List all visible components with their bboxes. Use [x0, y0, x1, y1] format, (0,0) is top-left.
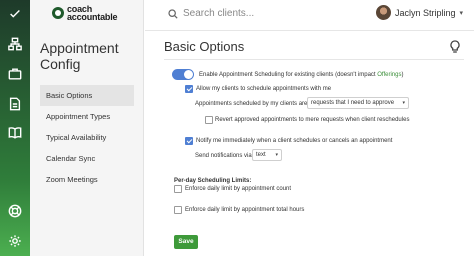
per-day-limits-heading: Per-day Scheduling Limits: — [174, 178, 252, 184]
user-name: Jaclyn Stripling — [395, 7, 456, 18]
nav-item-basic-options[interactable]: Basic Options — [40, 85, 134, 106]
limit-hours-checkbox[interactable] — [174, 206, 182, 214]
nav-item-calendar-sync[interactable]: Calendar Sync — [40, 148, 134, 169]
limit-count-label: Enforce daily limit by appointment count — [185, 186, 292, 192]
notify-label: Notify me immediately when a client sche… — [196, 138, 393, 144]
chevron-down-icon: ▾ — [275, 152, 278, 158]
offerings-link[interactable]: Offerings — [377, 72, 401, 78]
revert-approved-label: Revert approved appointments to mere req… — [215, 117, 410, 123]
check-icon[interactable] — [7, 6, 23, 22]
app-nav-rail — [0, 0, 30, 256]
brand-logo[interactable]: coach accountable — [52, 5, 118, 22]
nav-item-zoom-meetings[interactable]: Zoom Meetings — [40, 169, 134, 190]
nav-item-appointment-types[interactable]: Appointment Types — [40, 106, 134, 127]
user-menu[interactable]: Jaclyn Stripling ▾ — [376, 5, 463, 20]
enable-scheduling-label: Enable Appointment Scheduling for existi… — [199, 72, 404, 78]
config-nav: Basic Options Appointment Types Typical … — [40, 85, 134, 190]
book-icon[interactable] — [7, 125, 23, 141]
lightbulb-icon[interactable] — [449, 40, 461, 54]
nav-item-typical-availability[interactable]: Typical Availability — [40, 127, 134, 148]
page-title: Basic Options — [164, 39, 245, 54]
title-divider — [164, 59, 464, 60]
limit-hours-label: Enforce daily limit by appointment total… — [185, 207, 305, 213]
client-search[interactable]: Search clients... — [168, 8, 254, 19]
approval-mode-select[interactable]: requests that I need to approve ▾ — [307, 97, 409, 109]
enable-scheduling-toggle[interactable] — [172, 69, 194, 80]
notification-channel-select[interactable]: text ▾ — [252, 149, 282, 161]
header-divider — [145, 30, 474, 31]
revert-approved-checkbox[interactable] — [205, 116, 213, 124]
briefcase-icon[interactable] — [7, 66, 23, 82]
brand-mark-icon — [52, 7, 64, 19]
chevron-down-icon: ▾ — [459, 9, 464, 17]
config-sidebar: Appointment Config Basic Options Appoint… — [30, 0, 144, 256]
scheduled-by-label: Appointments scheduled by my clients are — [195, 101, 308, 107]
config-title: Appointment Config — [40, 40, 119, 72]
save-button[interactable]: Save — [174, 235, 198, 249]
allow-scheduling-label: Allow my clients to schedule appointment… — [196, 86, 332, 92]
document-icon[interactable] — [7, 96, 23, 112]
notify-checkbox[interactable] — [185, 137, 193, 145]
search-placeholder: Search clients... — [183, 8, 255, 19]
org-chart-icon[interactable] — [7, 36, 23, 52]
gear-icon[interactable] — [7, 233, 23, 249]
allow-scheduling-checkbox[interactable] — [185, 85, 193, 93]
search-icon — [168, 8, 178, 19]
limit-count-checkbox[interactable] — [174, 185, 182, 193]
lifebuoy-icon[interactable] — [7, 203, 23, 219]
chevron-down-icon: ▾ — [402, 100, 405, 106]
avatar — [376, 5, 391, 20]
send-via-label: Send notifications via — [195, 153, 252, 159]
